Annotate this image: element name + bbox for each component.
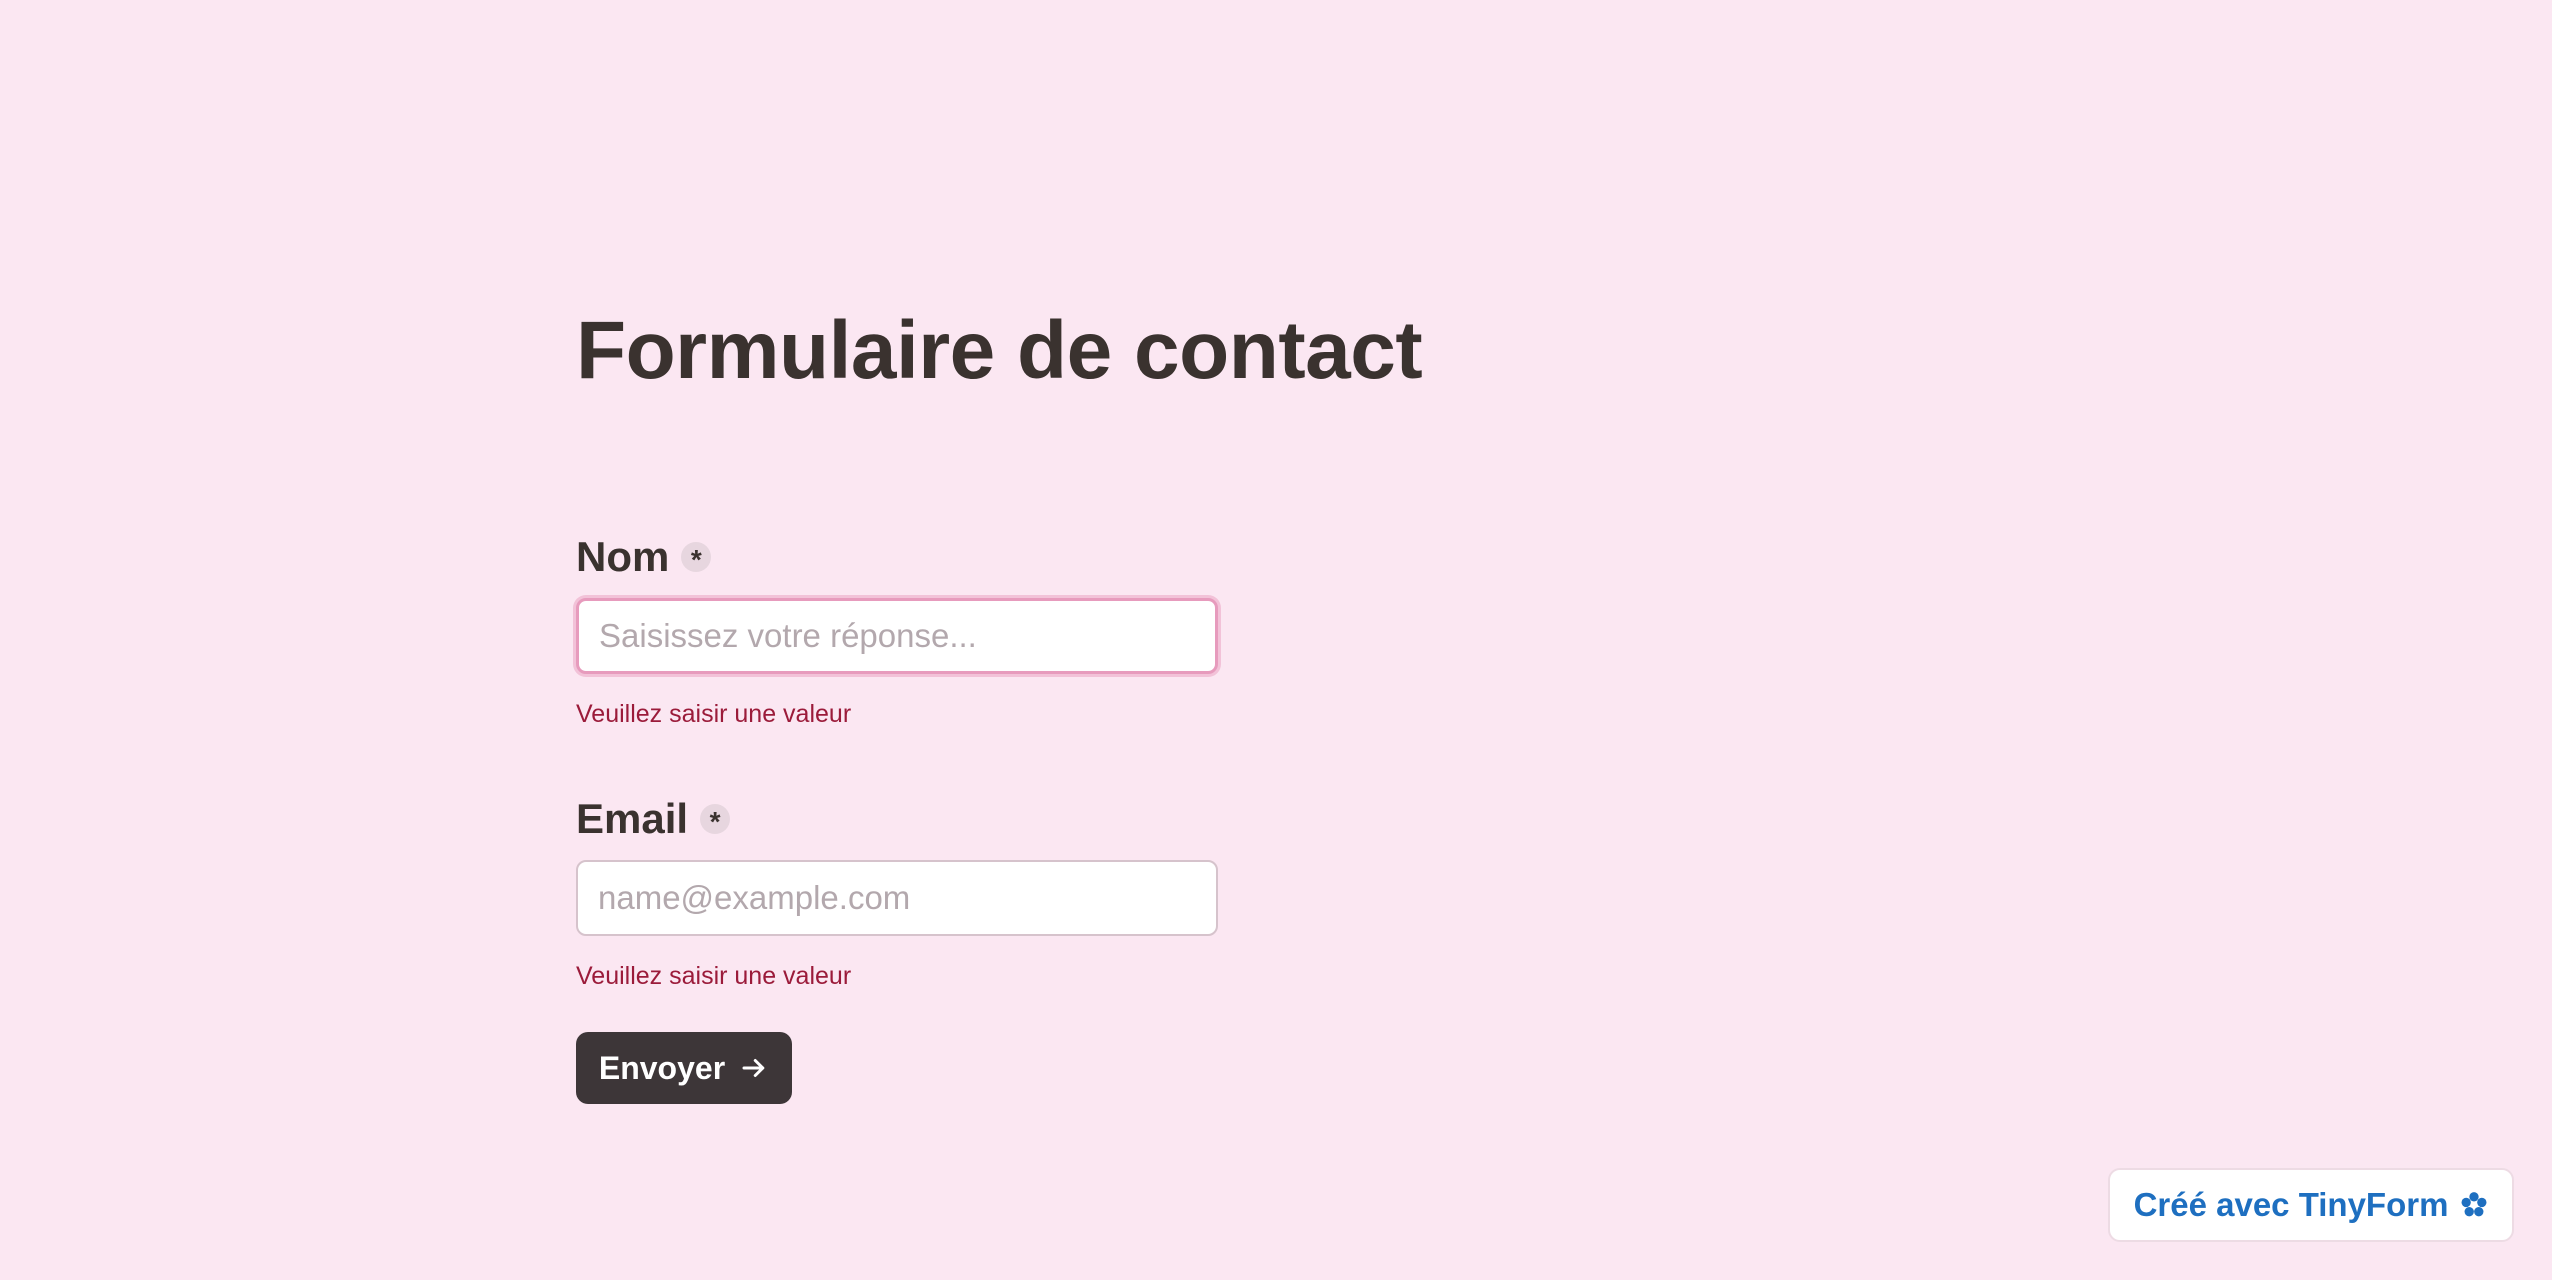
field-label-nom: Nom — [576, 533, 670, 580]
required-indicator: * — [700, 804, 731, 836]
email-input[interactable] — [576, 860, 1218, 936]
submit-label: Envoyer — [598, 1049, 726, 1086]
page-title: Formulaire de contact — [576, 305, 1423, 396]
submit-button[interactable]: Envoyer — [576, 1032, 792, 1104]
name-input[interactable] — [576, 598, 1218, 674]
flower-icon — [2460, 1191, 2488, 1219]
error-message-email: Veuillez saisir une valeur — [576, 962, 852, 990]
label-row-nom: Nom * — [576, 532, 1236, 582]
arrow-right-icon — [739, 1053, 769, 1083]
contact-form: Formulaire de contact Nom * Veuillez sai… — [576, 305, 1576, 990]
field-email: Email * Veuillez saisir une valeur — [576, 794, 1236, 990]
error-message-nom: Veuillez saisir une valeur — [576, 700, 852, 728]
required-indicator: * — [681, 542, 712, 574]
badge-label: Créé avec TinyForm — [2133, 1186, 2449, 1223]
field-label-email: Email — [576, 795, 689, 842]
label-row-email: Email * — [576, 794, 1236, 844]
made-with-tinyform-badge[interactable]: Créé avec TinyForm — [2108, 1168, 2514, 1242]
field-nom: Nom * Veuillez saisir une valeur — [576, 532, 1236, 728]
